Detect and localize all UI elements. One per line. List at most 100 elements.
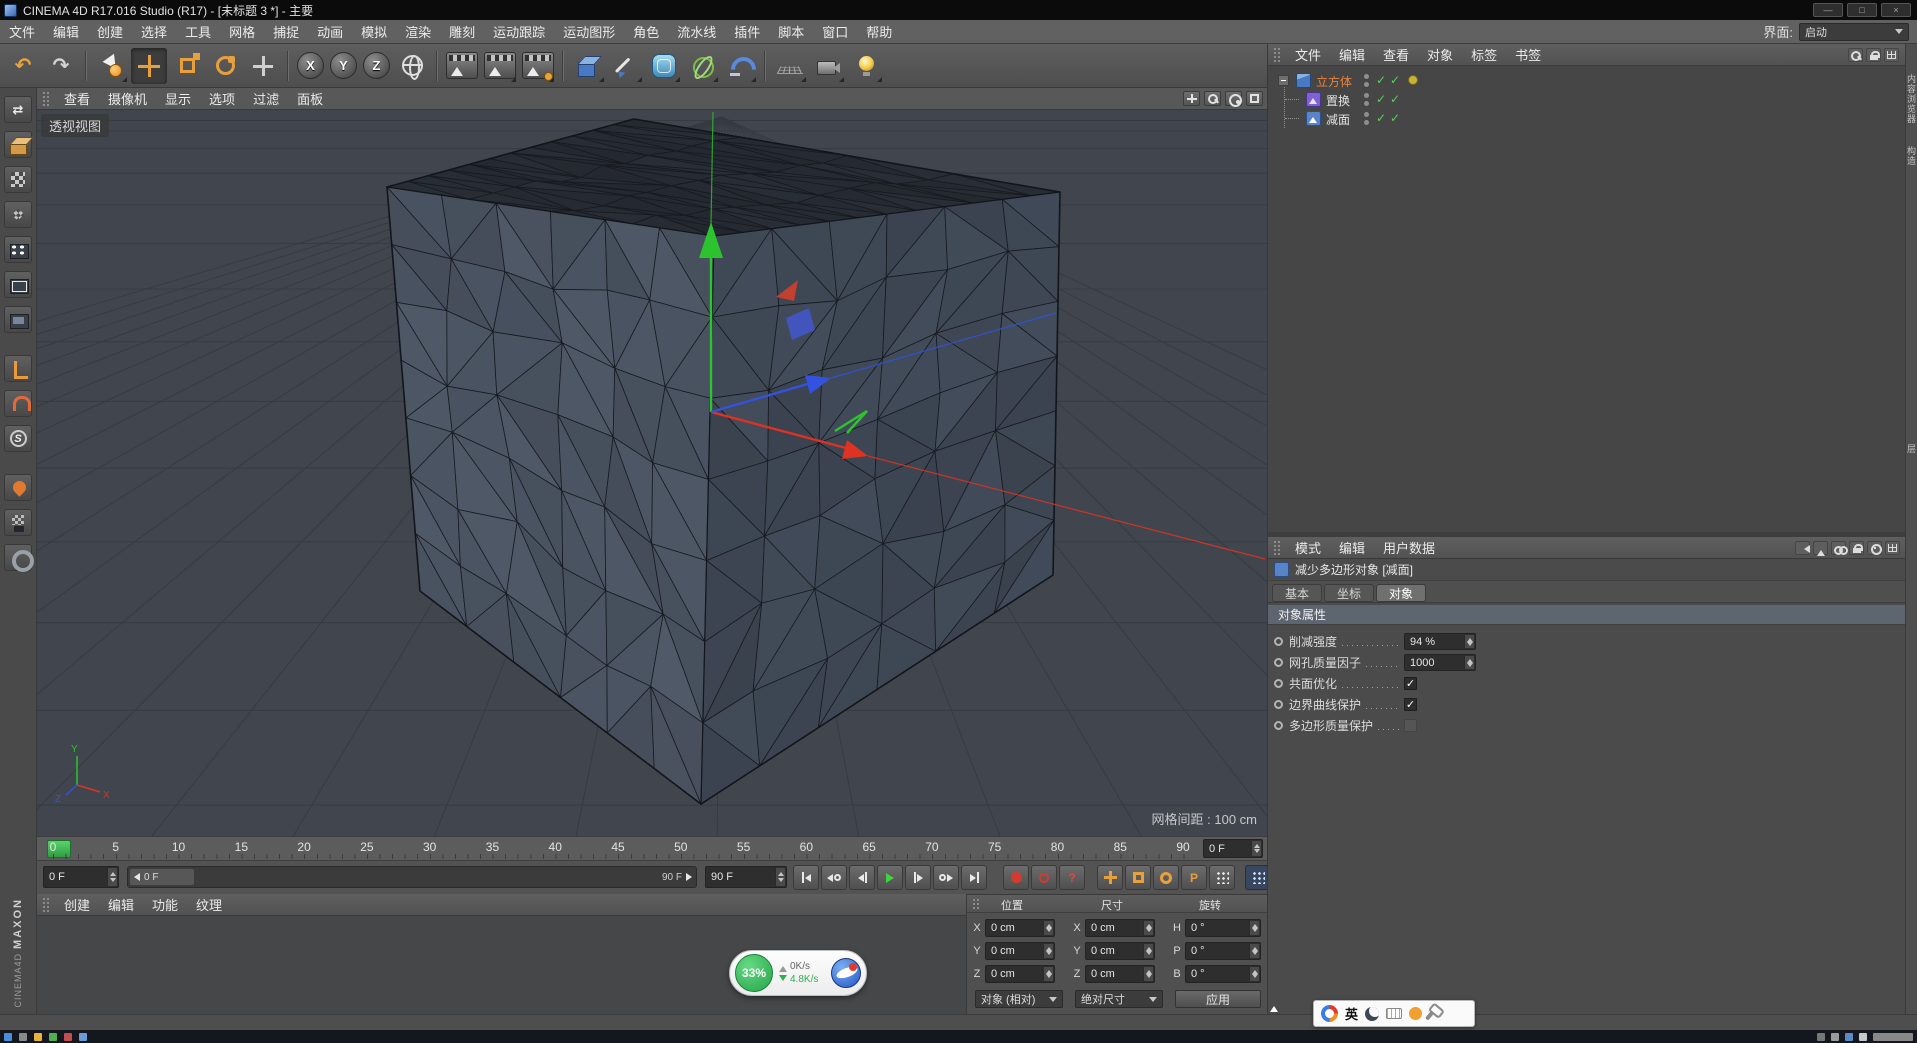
menubar-item[interactable]: 网格 bbox=[220, 20, 264, 43]
render-settings-button[interactable] bbox=[520, 48, 556, 84]
material-menu-item[interactable]: 功能 bbox=[143, 893, 187, 916]
lock-z-axis-button[interactable]: Z bbox=[363, 52, 390, 79]
make-editable-button[interactable]: ⇄ bbox=[4, 96, 32, 123]
scale-tool[interactable] bbox=[169, 48, 205, 84]
texture-mode-button[interactable] bbox=[4, 166, 32, 193]
lock-icon[interactable] bbox=[1849, 541, 1864, 555]
enabled-check-icon[interactable]: ✓ bbox=[1390, 111, 1400, 125]
emoji-icon[interactable] bbox=[1409, 1007, 1422, 1020]
coplanar-optimize-checkbox[interactable]: ✓ bbox=[1404, 677, 1417, 690]
next-frame-button[interactable] bbox=[905, 865, 931, 890]
material-menu-item[interactable]: 纹理 bbox=[187, 893, 231, 916]
object-manager-menu-item[interactable]: 文件 bbox=[1286, 43, 1330, 66]
goto-start-button[interactable] bbox=[793, 865, 819, 890]
model-mode-button[interactable] bbox=[4, 131, 32, 158]
enabled-check-icon[interactable]: ✓ bbox=[1376, 92, 1386, 106]
live-selection-tool[interactable] bbox=[93, 48, 129, 84]
size-y-field[interactable]: 0 cm bbox=[1085, 942, 1155, 960]
viewport-3d[interactable]: YXZ 透视视图 网格间距 : 100 cm bbox=[37, 110, 1267, 836]
enabled-check-icon[interactable]: ✓ bbox=[1376, 73, 1386, 87]
view-toggle-icon[interactable] bbox=[1246, 91, 1263, 106]
link-icon[interactable] bbox=[1831, 541, 1846, 555]
position-z-field[interactable]: 0 cm bbox=[985, 965, 1055, 983]
settings-wrench-icon[interactable] bbox=[1425, 1007, 1437, 1020]
view-zoom-icon[interactable] bbox=[1204, 91, 1221, 106]
visibility-dots-icon[interactable] bbox=[1364, 111, 1370, 126]
record-keyframe-button[interactable] bbox=[1003, 865, 1029, 890]
layout-icon[interactable] bbox=[1884, 48, 1899, 62]
range-start-handle[interactable]: 0 F bbox=[130, 869, 194, 885]
keyboard-icon[interactable] bbox=[1386, 1008, 1402, 1019]
menubar-item[interactable]: 窗口 bbox=[813, 20, 857, 43]
range-end-handle[interactable]: 90 F bbox=[662, 869, 692, 885]
record-parameter-toggle[interactable]: P bbox=[1181, 865, 1207, 890]
menubar-item[interactable]: 雕刻 bbox=[440, 20, 484, 43]
view-pan-icon[interactable] bbox=[1183, 91, 1200, 106]
enabled-check-icon[interactable]: ✓ bbox=[1390, 73, 1400, 87]
axis-mode-button[interactable] bbox=[4, 355, 32, 382]
workplane-mode-button[interactable] bbox=[4, 201, 32, 228]
history-back-icon[interactable] bbox=[1795, 541, 1810, 555]
view-rotate-icon[interactable] bbox=[1225, 91, 1242, 106]
ime-logo-icon[interactable] bbox=[1321, 1005, 1338, 1022]
parent-object-icon[interactable] bbox=[1813, 541, 1828, 555]
panel-grip[interactable] bbox=[1273, 540, 1281, 555]
record-position-toggle[interactable] bbox=[1097, 865, 1123, 890]
phong-tag-icon[interactable] bbox=[1408, 75, 1418, 85]
panel-grip[interactable] bbox=[42, 91, 50, 106]
menubar-item[interactable]: 动画 bbox=[308, 20, 352, 43]
paint-tool-button[interactable] bbox=[4, 474, 32, 501]
move-tool[interactable] bbox=[131, 48, 167, 84]
menubar-item[interactable]: 帮助 bbox=[857, 20, 901, 43]
panel-grip[interactable] bbox=[1273, 47, 1281, 62]
rotation-b-field[interactable]: 0 ° bbox=[1185, 965, 1261, 983]
viewport-menu-item[interactable]: 面板 bbox=[288, 87, 332, 110]
mesh-quality-field[interactable]: 1000 bbox=[1404, 654, 1476, 671]
current-frame-field[interactable]: 0 F bbox=[43, 866, 119, 888]
object-manager-menu-item[interactable]: 书签 bbox=[1506, 43, 1550, 66]
lock-y-axis-button[interactable]: Y bbox=[330, 52, 357, 79]
keyframe-circle-icon[interactable] bbox=[1274, 679, 1283, 688]
taskbar-icon[interactable] bbox=[34, 1033, 42, 1041]
size-x-field[interactable]: 0 cm bbox=[1085, 919, 1155, 937]
environment-button[interactable] bbox=[772, 48, 808, 84]
reduction-strength-field[interactable]: 94 % bbox=[1404, 633, 1476, 650]
menubar-item[interactable]: 脚本 bbox=[769, 20, 813, 43]
viewport-menu-item[interactable]: 摄像机 bbox=[99, 87, 156, 110]
menubar-item[interactable]: 角色 bbox=[624, 20, 668, 43]
tray-icon[interactable] bbox=[1817, 1033, 1825, 1041]
object-manager-menu-item[interactable]: 查看 bbox=[1374, 43, 1418, 66]
object-tree[interactable]: 立方体 ✓ ✓ 置换 ✓ ✓ 减面 ✓ bbox=[1268, 66, 1906, 532]
polygon-quality-checkbox[interactable] bbox=[1404, 719, 1417, 732]
rotation-h-field[interactable]: 0 ° bbox=[1185, 919, 1261, 937]
attribute-menu-item[interactable]: 模式 bbox=[1286, 536, 1330, 559]
object-name[interactable]: 减面 bbox=[1326, 111, 1350, 128]
object-row-cube[interactable]: 立方体 ✓ ✓ bbox=[1268, 71, 1906, 90]
viewport-menu-item[interactable]: 过滤 bbox=[244, 87, 288, 110]
object-name[interactable]: 置换 bbox=[1326, 92, 1350, 109]
menubar-item[interactable]: 插件 bbox=[725, 20, 769, 43]
record-rotation-toggle[interactable] bbox=[1153, 865, 1179, 890]
lock-x-axis-button[interactable]: X bbox=[297, 52, 324, 79]
keyframe-selection-button[interactable]: ? bbox=[1059, 865, 1085, 890]
end-frame-field[interactable]: 90 F bbox=[705, 866, 787, 888]
position-x-field[interactable]: 0 cm bbox=[985, 919, 1055, 937]
position-y-field[interactable]: 0 cm bbox=[985, 942, 1055, 960]
add-cube-button[interactable] bbox=[570, 48, 606, 84]
download-progress-widget[interactable]: 33% 0K/s 4.8K/s bbox=[729, 950, 867, 996]
menubar-item[interactable]: 模拟 bbox=[352, 20, 396, 43]
visibility-dots-icon[interactable] bbox=[1364, 92, 1370, 107]
previous-key-button[interactable] bbox=[821, 865, 847, 890]
keyframe-circle-icon[interactable] bbox=[1274, 700, 1283, 709]
boundary-curve-checkbox[interactable]: ✓ bbox=[1404, 698, 1417, 711]
undo-button[interactable]: ↶ bbox=[5, 48, 41, 84]
ime-language-badge[interactable]: 英 bbox=[1345, 1004, 1358, 1023]
tray-icon[interactable] bbox=[1831, 1033, 1839, 1041]
menubar-item[interactable]: 运动图形 bbox=[554, 20, 624, 43]
coordinate-system-button[interactable] bbox=[394, 48, 430, 84]
tray-icon[interactable] bbox=[1859, 1033, 1867, 1041]
menubar-item[interactable]: 工具 bbox=[176, 20, 220, 43]
workplane-lock-button[interactable] bbox=[4, 509, 32, 536]
last-used-tool[interactable] bbox=[245, 48, 281, 84]
keyframe-circle-icon[interactable] bbox=[1274, 721, 1283, 730]
